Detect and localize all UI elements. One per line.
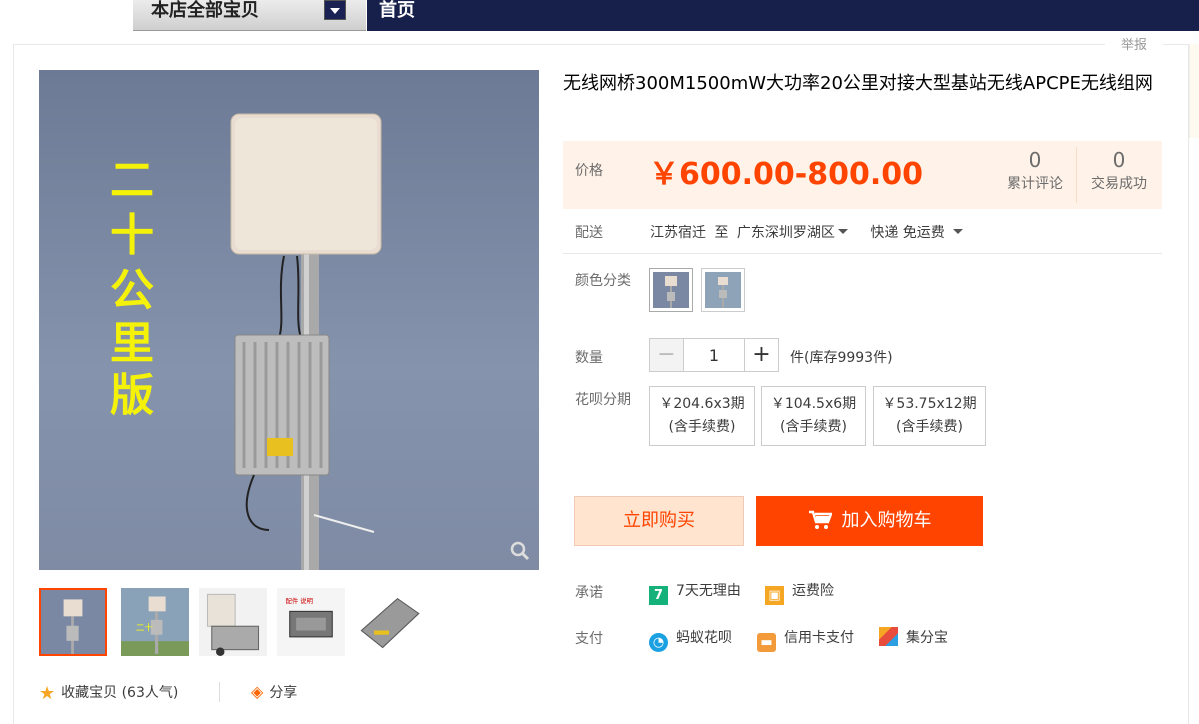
divider — [219, 682, 220, 702]
pay-huabei[interactable]: ◔ 蚂蚁花呗 — [649, 627, 732, 652]
share-label: 分享 — [269, 685, 298, 701]
installment-price: ￥53.75x12期 — [882, 396, 977, 412]
promise-7day[interactable]: 7 7天无理由 — [649, 580, 741, 605]
price-label: 价格 — [575, 163, 603, 179]
truck-icon: ▣ — [765, 586, 784, 605]
delivery-method[interactable]: 快递 免运费 — [870, 225, 963, 241]
overlay-char-4: 里 — [110, 318, 154, 369]
report-link[interactable]: 举报 — [1105, 36, 1163, 56]
delivery-to-word: 至 — [714, 225, 729, 241]
delivery-row: 江苏宿迁 至 广东深圳罗湖区 快递 免运费 — [650, 222, 967, 242]
top-bar: 本店全部宝贝 首页 — [0, 0, 1199, 31]
overlay-char-2: 十 — [110, 210, 154, 261]
installment-fee: (含手续费) — [896, 419, 963, 435]
installment-option-3[interactable]: ￥204.6x3期 (含手续费) — [649, 386, 755, 446]
promise-insurance-label: 运费险 — [792, 583, 834, 599]
favorite-label: 收藏宝贝 (63人气) — [61, 685, 179, 701]
delivery-destination[interactable]: 广东深圳罗湖区 — [737, 225, 848, 241]
add-to-cart-button[interactable]: 加入购物车 — [756, 496, 983, 546]
installment-fee: (含手续费) — [780, 419, 847, 435]
installment-option-6[interactable]: ￥104.5x6期 (含手续费) — [761, 386, 866, 446]
shop-all-label: 本店全部宝贝 — [151, 0, 259, 21]
reviews-stat[interactable]: 0 累计评论 — [993, 147, 1077, 193]
promise-7day-label: 7天无理由 — [676, 583, 741, 599]
installment-price: ￥104.5x6期 — [770, 396, 857, 412]
divider — [563, 253, 1162, 254]
price-value: ￥600.00-800.00 — [649, 157, 923, 192]
cart-icon — [808, 510, 832, 529]
add-to-cart-label: 加入购物车 — [841, 510, 932, 531]
shop-all-dropdown[interactable]: 本店全部宝贝 — [133, 0, 366, 31]
color-label: 颜色分类 — [575, 273, 631, 289]
pay-credit-card[interactable]: ▬ 信用卡支付 — [757, 627, 854, 652]
color-option-1[interactable] — [649, 268, 693, 312]
payment-label: 支付 — [575, 631, 603, 647]
quantity-increase-button[interactable]: + — [744, 338, 779, 372]
quantity-decrease-button[interactable]: − — [649, 338, 684, 372]
price-box: 价格 ￥600.00-800.00 0 累计评论 0 交易成功 — [563, 141, 1162, 209]
pay-credit-card-label: 信用卡支付 — [784, 630, 854, 646]
deals-label: 交易成功 — [1091, 176, 1147, 192]
overlay-char-1: 二 — [110, 155, 154, 206]
thumbnail-2[interactable]: 二十 — [121, 588, 189, 656]
chevron-down-icon — [837, 229, 848, 234]
credit-card-icon: ▬ — [757, 633, 776, 652]
favorite-button[interactable]: ★ 收藏宝贝 (63人气) — [39, 682, 178, 704]
pay-jifenbao[interactable]: 集分宝 — [879, 627, 948, 647]
delivery-from: 江苏宿迁 — [650, 225, 706, 241]
svg-text:二十: 二十 — [136, 623, 154, 634]
deals-stat[interactable]: 0 交易成功 — [1077, 147, 1161, 193]
nav-home[interactable]: 首页 — [379, 0, 415, 22]
quantity-input[interactable]: 1 — [683, 338, 745, 372]
antenna-photo: 二 十 公 里 版 — [110, 113, 382, 570]
reviews-count: 0 — [1028, 148, 1042, 172]
seven-day-icon: 7 — [649, 586, 668, 605]
huabei-icon: ◔ — [649, 633, 668, 652]
quantity-label: 数量 — [575, 350, 603, 366]
thumbnail-4[interactable]: 配件 说明 — [277, 588, 345, 656]
installment-label: 花呗分期 — [575, 392, 631, 408]
buy-now-button[interactable]: 立即购买 — [574, 496, 744, 546]
color-option-2[interactable] — [701, 268, 745, 312]
delivery-label: 配送 — [575, 225, 603, 241]
stock-text: 件(库存9993件) — [790, 350, 893, 366]
installment-fee: (含手续费) — [668, 419, 736, 435]
side-strip — [1189, 44, 1199, 138]
share-icon: ◈ — [251, 682, 264, 701]
jifenbao-icon — [879, 627, 898, 646]
promise-label: 承诺 — [575, 585, 603, 601]
reviews-label: 累计评论 — [1007, 176, 1063, 192]
thumbnail-5[interactable] — [355, 588, 423, 656]
share-button[interactable]: ◈ 分享 — [251, 682, 297, 702]
pay-jifenbao-label: 集分宝 — [906, 630, 948, 646]
chevron-down-icon — [952, 229, 963, 234]
chevron-down-icon[interactable] — [324, 0, 346, 20]
zoom-icon[interactable] — [510, 541, 530, 561]
deals-count: 0 — [1112, 148, 1126, 172]
shop-nav: 首页 — [367, 0, 1199, 31]
overlay-char-3: 公 — [110, 265, 154, 316]
star-icon: ★ — [39, 683, 56, 704]
overlay-char-5: 版 — [110, 370, 154, 421]
product-title: 无线网桥300M1500mW大功率20公里对接大型基站无线APCPE无线组网 — [563, 73, 1153, 94]
main-product-image[interactable]: 二 十 公 里 版 — [39, 70, 539, 570]
thumbnail-1[interactable] — [39, 588, 107, 656]
svg-text:配件 说明: 配件 说明 — [286, 596, 313, 605]
pay-huabei-label: 蚂蚁花呗 — [676, 630, 732, 646]
installment-price: ￥204.6x3期 — [659, 396, 745, 412]
thumbnail-3[interactable] — [199, 588, 267, 656]
promise-shipping-insurance[interactable]: ▣ 运费险 — [765, 580, 834, 605]
installment-option-12[interactable]: ￥53.75x12期 (含手续费) — [873, 386, 986, 446]
